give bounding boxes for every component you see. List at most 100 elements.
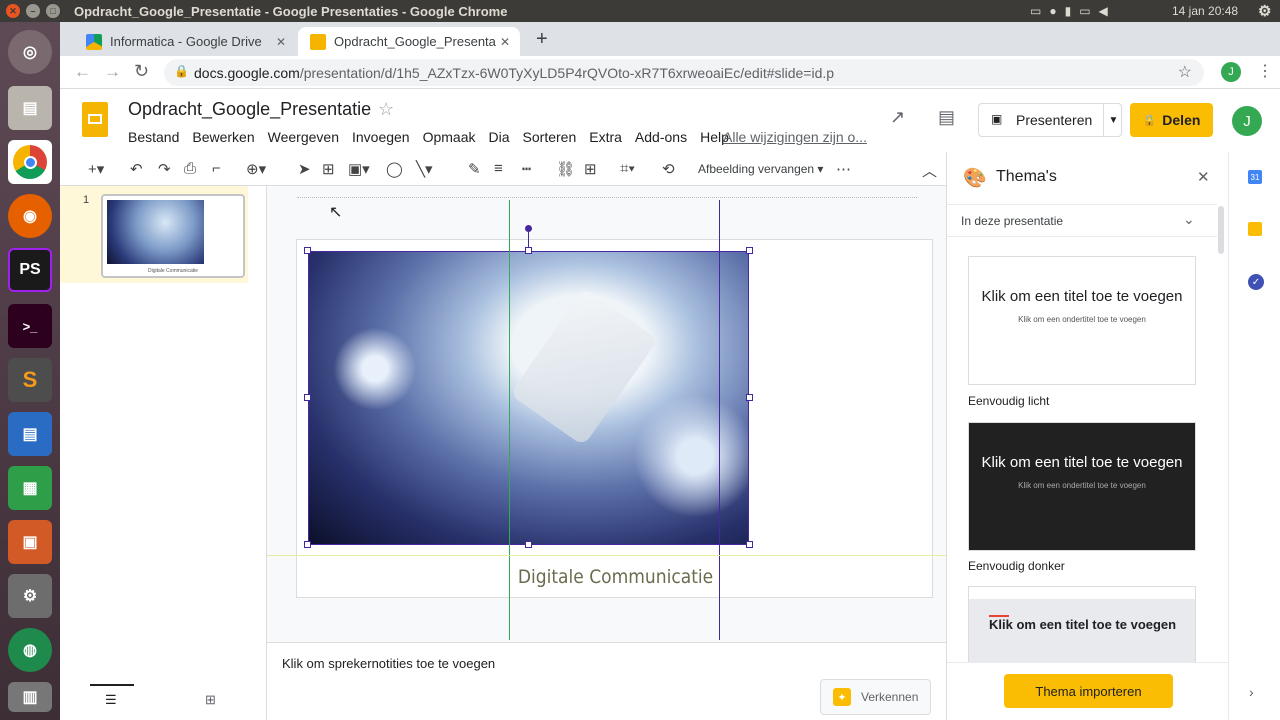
tab-presentation[interactable]: Opdracht_Google_Presentatie ✕ <box>298 27 520 56</box>
menu-dia[interactable]: Dia <box>489 129 510 145</box>
resize-handle[interactable] <box>304 541 311 548</box>
border-color-icon[interactable]: ✎ <box>468 160 481 178</box>
close-window-icon[interactable]: ✕ <box>6 4 20 18</box>
back-icon[interactable]: ← <box>74 62 91 82</box>
app-globe-icon[interactable]: ◍ <box>8 628 52 672</box>
terminal-icon[interactable]: >_ <box>8 304 52 348</box>
menu-weergeven[interactable]: Weergeven <box>268 129 339 145</box>
paint-format-icon[interactable]: ⌐ <box>212 160 221 177</box>
image-icon[interactable]: ▣▾ <box>348 160 370 178</box>
files-icon[interactable]: ▤ <box>8 86 52 130</box>
url-field[interactable]: 🔒 docs.google.com/presentation/d/1h5_AZx… <box>164 59 1204 86</box>
grid-view-icon[interactable]: ⊞ <box>205 692 216 708</box>
close-tab-icon[interactable]: ✕ <box>500 35 510 49</box>
reload-icon[interactable]: ↻ <box>134 61 149 82</box>
replace-image-button[interactable]: Afbeelding vervangen ▾ <box>698 162 823 176</box>
crop-icon[interactable]: ⌗▾ <box>620 160 635 177</box>
resize-handle[interactable] <box>746 541 753 548</box>
tray-icons[interactable]: ▭●▮▭◀ <box>1030 4 1116 18</box>
new-slide-icon[interactable]: +▾ <box>88 160 104 178</box>
account-avatar[interactable]: J <box>1232 106 1262 136</box>
profile-avatar[interactable]: J <box>1221 62 1241 82</box>
tab-drive[interactable]: Informatica - Google Drive ✕ <box>74 27 296 56</box>
resize-handle[interactable] <box>525 541 532 548</box>
resize-handle[interactable] <box>746 247 753 254</box>
shape-icon[interactable]: ◯ <box>386 160 403 178</box>
bookmark-star-icon[interactable]: ☆ <box>1178 62 1192 82</box>
themes-section-dropdown[interactable]: In deze presentatie ⌄ <box>947 204 1217 237</box>
resize-handle[interactable] <box>746 394 753 401</box>
settings-gear-icon[interactable]: ⚙ <box>1258 2 1271 20</box>
speaker-notes[interactable]: Klik om sprekernotities toe te voegen ✦ … <box>267 642 946 720</box>
undo-icon[interactable]: ↶ <box>130 160 143 178</box>
phpstorm-icon[interactable]: PS <box>8 248 52 292</box>
maximize-window-icon[interactable]: □ <box>46 4 60 18</box>
keep-icon[interactable] <box>1248 222 1262 236</box>
border-weight-icon[interactable]: ≡ <box>494 160 503 177</box>
comment-add-icon[interactable]: ⊞ <box>584 160 597 178</box>
print-icon[interactable]: ⎙ <box>184 160 196 177</box>
slide-caption[interactable]: Digitale Communicatie <box>297 566 934 588</box>
reset-image-icon[interactable]: ⟲ <box>662 160 675 178</box>
scrollbar[interactable] <box>1218 206 1224 254</box>
link-icon[interactable]: ⛓ <box>556 160 575 178</box>
resize-handle[interactable] <box>304 394 311 401</box>
notes-placeholder[interactable]: Klik om sprekernotities toe te voegen <box>282 656 495 671</box>
line-icon[interactable]: ╲▾ <box>416 160 433 178</box>
minimize-window-icon[interactable]: – <box>26 4 40 18</box>
slide-image[interactable] <box>308 251 749 545</box>
select-cursor-icon[interactable]: ➤ <box>298 160 311 178</box>
menu-invoegen[interactable]: Invoegen <box>352 129 410 145</box>
comments-icon[interactable]: ▤ <box>938 107 955 128</box>
slide-thumbnail[interactable]: Digitale Communicatie <box>101 194 245 278</box>
menu-bestand[interactable]: Bestand <box>128 129 179 145</box>
text-box-icon[interactable]: ⊞ <box>322 160 335 178</box>
menu-sorteren[interactable]: Sorteren <box>523 129 577 145</box>
more-icon[interactable]: ⋯ <box>836 160 851 178</box>
writer-icon[interactable]: ▤ <box>8 412 52 456</box>
resize-handle[interactable] <box>304 247 311 254</box>
chrome-menu-icon[interactable]: ⋮ <box>1257 61 1273 81</box>
menu-bewerken[interactable]: Bewerken <box>192 129 254 145</box>
forward-icon[interactable]: → <box>104 62 121 82</box>
firefox-icon[interactable]: ◉ <box>8 194 52 238</box>
menu-extra[interactable]: Extra <box>589 129 622 145</box>
tasks-icon[interactable]: ✓ <box>1248 274 1264 290</box>
present-button[interactable]: ▣ Presenteren ▼ <box>978 103 1122 137</box>
theme-card-dark[interactable]: Klik om een titel toe te voegen Klik om … <box>968 422 1196 551</box>
lock-icon[interactable]: 🔒 <box>174 64 189 78</box>
new-tab-icon[interactable]: + <box>536 28 548 51</box>
present-dropdown-icon[interactable]: ▼ <box>1103 104 1123 136</box>
system-settings-icon[interactable]: ⚙ <box>8 574 52 618</box>
import-theme-button[interactable]: Thema importeren <box>1004 674 1173 708</box>
star-icon[interactable]: ☆ <box>378 99 394 120</box>
theme-card-streamline[interactable]: Klik om een titel toe te voegen <box>968 586 1196 666</box>
save-status[interactable]: Alle wijzigingen zijn o... <box>723 129 867 145</box>
clock[interactable]: 14 jan 20:48 <box>1172 4 1238 18</box>
zoom-icon[interactable]: ⊕▾ <box>246 160 266 178</box>
activity-trend-icon[interactable]: ↗ <box>890 107 905 128</box>
calc-icon[interactable]: ▦ <box>8 466 52 510</box>
resize-handle[interactable] <box>525 247 532 254</box>
explore-button[interactable]: ✦ Verkennen <box>820 679 931 715</box>
redo-icon[interactable]: ↷ <box>158 160 171 178</box>
slide[interactable]: Digitale Communicatie <box>296 239 933 598</box>
sublime-text-icon[interactable]: S <box>8 358 52 402</box>
collapse-toolbar-icon[interactable]: ︿ <box>922 160 937 181</box>
theme-card-light[interactable]: Klik om een titel toe te voegen Klik om … <box>968 256 1196 385</box>
border-dash-icon[interactable]: ┅ <box>522 160 531 178</box>
share-button[interactable]: 🔒 Delen <box>1130 103 1213 137</box>
expand-panel-icon[interactable]: › <box>1249 684 1254 700</box>
calendar-icon[interactable]: 31 <box>1248 170 1262 184</box>
filmstrip-view-icon[interactable]: ☰ <box>105 692 117 708</box>
trash-icon[interactable]: ▥ <box>8 682 52 712</box>
slides-logo-icon[interactable] <box>82 102 108 137</box>
chrome-icon[interactable] <box>8 140 52 184</box>
ubuntu-logo-icon[interactable]: ◎ <box>8 30 52 74</box>
impress-icon[interactable]: ▣ <box>8 520 52 564</box>
close-panel-icon[interactable]: ✕ <box>1197 168 1210 186</box>
menu-addons[interactable]: Add-ons <box>635 129 687 145</box>
close-tab-icon[interactable]: ✕ <box>276 35 286 49</box>
menu-opmaak[interactable]: Opmaak <box>423 129 476 145</box>
doc-title[interactable]: Opdracht_Google_Presentatie <box>128 99 371 120</box>
